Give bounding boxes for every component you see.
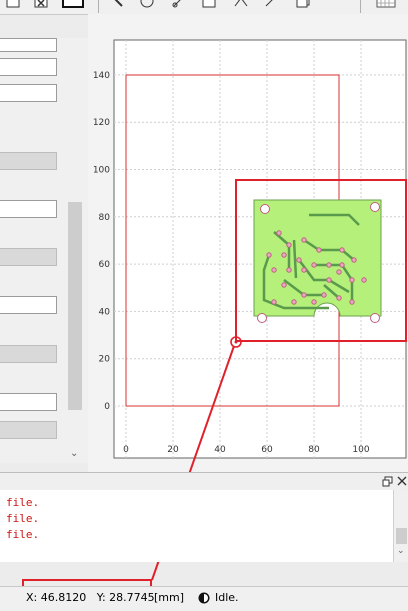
circle-icon[interactable]: [140, 0, 154, 8]
path-icon[interactable]: [234, 0, 248, 8]
status-icon: [198, 592, 210, 604]
rectangle-icon[interactable]: [62, 0, 84, 8]
property-field[interactable]: [0, 58, 57, 76]
pointer-icon[interactable]: [110, 0, 124, 8]
console-output: file. file. file.: [0, 490, 393, 562]
y-tick-label: 40: [99, 307, 111, 317]
console-line: file.: [6, 512, 40, 525]
x-tick-label: 40: [214, 445, 226, 455]
y-tick-label: 140: [93, 71, 110, 81]
grid-icon[interactable]: [376, 0, 396, 8]
status-bar: X: 46.8120 Y: 28.7745 [mm] Idle.: [0, 586, 408, 611]
scrollbar-thumb[interactable]: [396, 528, 407, 544]
toolbar: [0, 0, 408, 15]
pcb-board[interactable]: [253, 199, 382, 323]
y-tick-label: 80: [99, 213, 111, 223]
property-button[interactable]: [0, 248, 57, 266]
square-icon[interactable]: [202, 0, 216, 8]
left-panel-scrollbar[interactable]: ⌄: [67, 38, 83, 461]
console-scrollbar[interactable]: ⌄: [393, 490, 408, 562]
x-tick-label: 80: [308, 445, 320, 455]
property-field[interactable]: [0, 200, 57, 218]
x-tick-label: 100: [352, 445, 369, 455]
property-field[interactable]: [0, 38, 57, 52]
cursor-coordinates: X: 46.8120 Y: 28.7745: [26, 591, 155, 604]
checkbox-icon[interactable]: [6, 0, 20, 8]
node-icon[interactable]: [264, 0, 278, 8]
console-line: file.: [6, 528, 40, 541]
close-icon[interactable]: [397, 476, 407, 486]
toolbar-separator: [98, 0, 99, 13]
property-field[interactable]: [0, 84, 57, 102]
property-button[interactable]: [0, 152, 57, 170]
x-tick-label: 60: [261, 445, 273, 455]
cursor-marker-dot: [234, 340, 238, 344]
property-field[interactable]: [0, 296, 57, 314]
pcb-plot[interactable]: 0 20 40 60 80 100 0 20 40 60 80 100 120 140: [93, 39, 407, 459]
x-tick-label: 0: [123, 445, 129, 455]
delete-icon[interactable]: [34, 0, 48, 8]
console-line: file.: [6, 496, 40, 509]
chevron-down-icon[interactable]: ⌄: [397, 546, 405, 556]
y-tick-label: 60: [99, 260, 111, 270]
property-button[interactable]: [0, 345, 57, 363]
y-tick-label: 100: [93, 166, 110, 176]
y-tick-label: 20: [99, 355, 111, 365]
copy-icon[interactable]: [296, 0, 310, 8]
toolbar-separator: [360, 0, 361, 13]
y-tick-label: 0: [104, 402, 110, 412]
console-header: [0, 472, 408, 491]
restore-icon[interactable]: [382, 476, 393, 487]
scrollbar-thumb[interactable]: [68, 202, 82, 410]
y-tick-label: 120: [93, 118, 110, 128]
units-label: [mm]: [154, 591, 185, 604]
pen-icon[interactable]: [172, 0, 186, 8]
property-button[interactable]: [0, 421, 57, 439]
x-tick-label: 20: [167, 445, 179, 455]
status-text: Idle.: [215, 591, 239, 604]
chevron-down-icon[interactable]: ⌄: [70, 448, 78, 459]
property-field[interactable]: [0, 393, 57, 411]
